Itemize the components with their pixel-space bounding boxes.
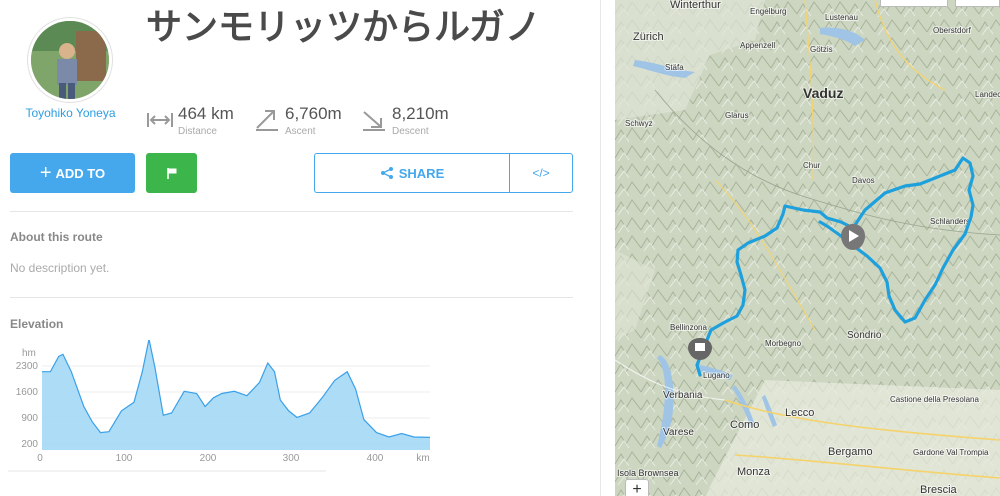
map-place-label: Engelburg — [750, 7, 786, 16]
page-title: サンモリッツからルガノ — [146, 6, 541, 47]
map-place-label: Como — [730, 419, 759, 431]
map-place-label: Lecco — [785, 407, 814, 419]
flag-icon — [166, 168, 176, 179]
y-tick-label: 200 — [21, 439, 38, 450]
map-place-label: Monza — [737, 466, 771, 478]
distance-value: 464 km — [178, 104, 234, 123]
map-place-label: Zürich — [633, 31, 664, 43]
map-place-label: Gardone Val Trompia — [913, 448, 989, 457]
y-tick-label: 900 — [21, 413, 38, 424]
map-place-label: Chur — [803, 161, 821, 170]
map-place-label: Schlanders — [930, 217, 970, 226]
map-place-label: Brescia — [920, 484, 958, 496]
map-place-label: Davos — [852, 176, 875, 185]
map-place-label: Appenzell — [740, 41, 775, 50]
map-place-label: Sondrio — [847, 330, 882, 341]
route-map[interactable]: Winterthur Zürich Engelburg Lustenau Oberstd… — [615, 0, 1000, 496]
share-icon — [380, 167, 393, 179]
distance-label: Distance — [178, 126, 217, 137]
map-place-label: Varese — [663, 427, 694, 438]
descent-value: 8,210m — [392, 104, 449, 123]
embed-button[interactable]: </> — [509, 153, 573, 193]
x-tick-label: 0 — [37, 453, 43, 464]
map-place-label: Vaduz — [803, 85, 843, 101]
route-panel: Toyohiko Yoneya サンモリッツからルガノ 464 km Dista… — [0, 0, 590, 496]
map-place-label: Bellinzona — [670, 323, 707, 332]
x-tick-label: 300 — [283, 453, 300, 464]
map-place-label: Lustenau — [825, 13, 858, 22]
stat-distance: 464 km Distance — [146, 104, 246, 140]
avatar[interactable] — [28, 18, 112, 102]
map-place-label: Bergamo — [828, 446, 873, 458]
map-layer-button[interactable] — [955, 0, 1000, 7]
map-place-label: Castione della Presolana — [890, 395, 979, 404]
map-place-label: Morbegno — [765, 339, 802, 348]
map-place-label: Winterthur — [670, 0, 721, 11]
author-link[interactable]: Toyohiko Yoneya — [8, 106, 133, 120]
ascent-value: 6,760m — [285, 104, 342, 123]
stat-descent: 8,210m Descent — [360, 104, 460, 140]
map-place-label: Stäfa — [665, 63, 684, 72]
x-tick-label: 100 — [116, 453, 133, 464]
x-tick-label: km — [416, 453, 429, 464]
map-type-button[interactable] — [880, 0, 948, 7]
flag-button[interactable] — [146, 153, 197, 193]
divider — [10, 297, 573, 298]
map-place-label: Oberstdorf — [933, 26, 972, 35]
elevation-heading: Elevation — [10, 317, 64, 331]
y-tick-label: 1600 — [16, 387, 39, 398]
map-place-label: Verbania — [663, 390, 703, 401]
map-place-label: Glarus — [725, 111, 749, 120]
route-description: No description yet. — [10, 261, 110, 275]
map-place-label: Schwyz — [625, 119, 653, 128]
share-label: SHARE — [398, 165, 445, 181]
add-to-label: ADD TO — [55, 165, 106, 181]
distance-icon — [147, 113, 173, 127]
map-place-label: Lugano — [703, 371, 730, 380]
elevation-area — [42, 340, 430, 450]
descent-label: Descent — [392, 126, 429, 137]
ascent-icon — [256, 110, 278, 131]
about-heading: About this route — [10, 230, 103, 244]
share-button[interactable]: SHARE — [314, 153, 509, 193]
descent-icon — [363, 111, 385, 131]
elevation-chart[interactable]: 2300 1600 900 200 hm 0 100 200 300 400 km — [0, 340, 440, 475]
divider — [10, 211, 573, 212]
stat-ascent: 6,760m Ascent — [253, 104, 353, 140]
plus-icon: + — [39, 162, 52, 184]
map-place-label: Landeck — [975, 90, 1000, 99]
x-tick-label: 200 — [200, 453, 217, 464]
y-tick-label: 2300 — [16, 361, 39, 372]
ascent-label: Ascent — [285, 126, 316, 137]
map-place-label: Götzis — [810, 45, 833, 54]
map-canvas[interactable]: Winterthur Zürich Engelburg Lustenau Oberstd… — [615, 0, 1000, 496]
zoom-in-button[interactable]: + — [625, 479, 649, 496]
add-to-button[interactable]: + ADD TO — [10, 153, 135, 193]
map-place-label: Isola Brownsea — [617, 468, 679, 478]
panel-divider — [600, 0, 601, 496]
x-tick-label: 400 — [367, 453, 384, 464]
y-axis-label: hm — [22, 348, 36, 359]
